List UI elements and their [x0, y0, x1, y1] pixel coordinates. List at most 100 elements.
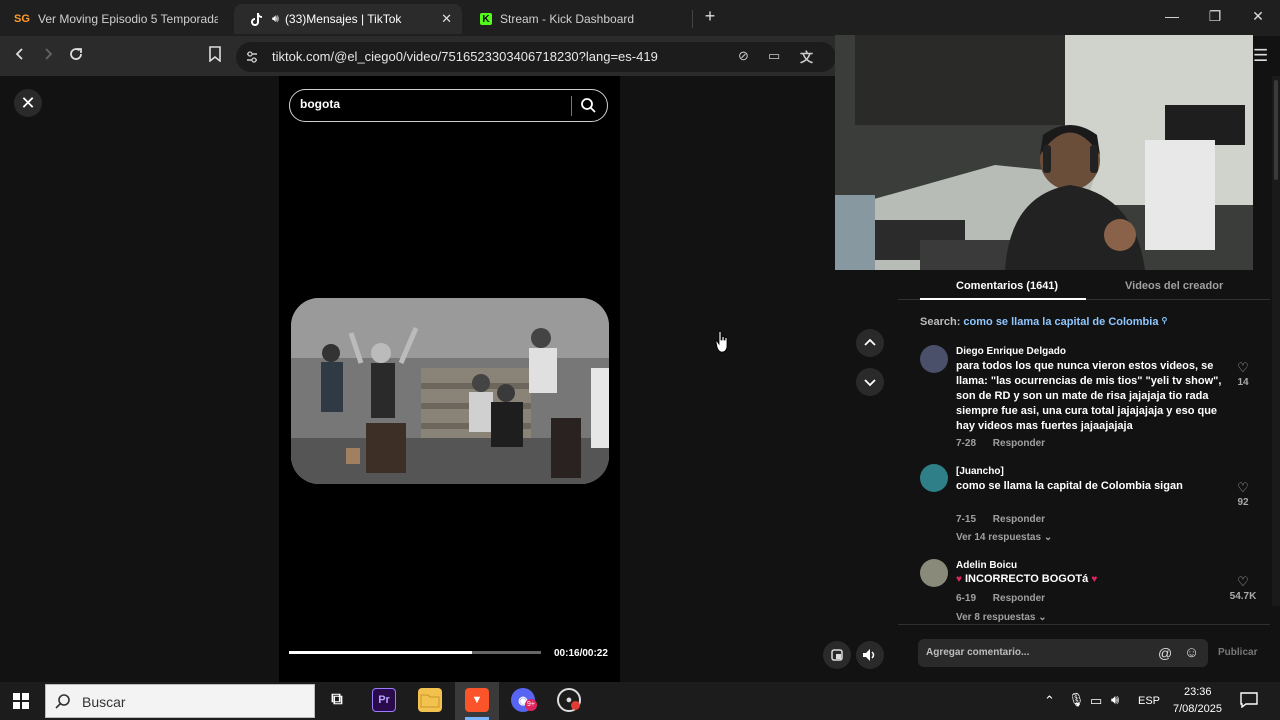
tab-title: (33)Mensajes | TikTok	[284, 12, 402, 26]
new-tab-icon[interactable]: +	[700, 6, 720, 27]
search-icon[interactable]	[580, 97, 596, 118]
close-video-button[interactable]: ✕	[14, 89, 42, 117]
comment-text: para todos los que nunca vieron estos vi…	[956, 360, 1222, 432]
next-video-button[interactable]	[856, 368, 884, 396]
mouse-cursor-icon	[715, 331, 729, 358]
taskbar-search-label: Buscar	[82, 694, 126, 710]
search-icon	[55, 693, 71, 714]
heart-icon[interactable]: ♡	[1228, 360, 1258, 376]
tab-title: Stream - Kick Dashboard	[500, 12, 635, 26]
bookmark-icon[interactable]	[205, 46, 225, 67]
comment-text-row: ♥ INCORRECTO BOGOTá ♥	[956, 572, 1226, 587]
active-tab-indicator	[920, 298, 1086, 300]
restore-icon[interactable]: ❐	[1205, 8, 1225, 25]
comment-meta: 7-15 Responder	[956, 514, 1059, 525]
comment-text: INCORRECTO BOGOTá	[965, 573, 1089, 585]
avatar[interactable]	[920, 464, 948, 492]
comment-date: 7-15	[956, 514, 977, 525]
avatar[interactable]	[920, 559, 948, 587]
clock-time[interactable]: 23:36	[1184, 686, 1212, 698]
comment-author[interactable]: Adelin Boicu	[956, 560, 1017, 571]
reply-link[interactable]: Responder	[993, 514, 1045, 525]
search-prefix: Search:	[920, 316, 961, 328]
broken-heart-icon: ♥	[956, 574, 962, 585]
window-close-icon[interactable]: ✕	[1248, 8, 1268, 25]
publish-button[interactable]: Publicar	[1218, 647, 1257, 658]
clock-date[interactable]: 7/08/2025	[1173, 703, 1222, 715]
file-explorer-icon[interactable]	[418, 688, 442, 712]
url-text: tiktok.com/@el_ciego0/video/751652330340…	[272, 49, 658, 64]
tab-title: Ver Moving Episodio 5 Temporada 1	[38, 12, 218, 26]
comment-placeholder: Agregar comentario...	[926, 647, 1030, 658]
tab-tiktok[interactable]: 🔊︎ (33)Mensajes | TikTok ✕	[234, 4, 462, 34]
brave-browser-icon[interactable]: ▼	[465, 688, 489, 712]
volume-button[interactable]	[856, 641, 884, 669]
scrollbar-thumb[interactable]	[1274, 80, 1278, 180]
site-settings-icon[interactable]	[245, 50, 259, 69]
view-replies-link[interactable]: Ver 14 respuestas ⌄	[956, 532, 1052, 543]
search-divider	[571, 96, 572, 116]
comment-meta: 7-28 Responder	[956, 438, 1059, 449]
browser-menu-icon[interactable]: ☰	[1253, 46, 1268, 66]
previous-video-button[interactable]	[856, 329, 884, 357]
like-count: 14	[1237, 377, 1249, 388]
mention-icon[interactable]: @	[1158, 645, 1172, 661]
progress-fill	[289, 651, 473, 654]
translate-icon[interactable]: 文	[800, 47, 813, 66]
reload-icon[interactable]	[66, 46, 86, 67]
webcam-overlay	[835, 35, 1253, 270]
comment-search-suggestion[interactable]: Search: como se llama la capital de Colo…	[920, 316, 1167, 328]
comment-text: como se llama la capital de Colombia sig…	[956, 480, 1183, 492]
tab-divider	[692, 10, 693, 28]
view-replies-link[interactable]: Ver 8 respuestas ⌄	[956, 612, 1047, 623]
floating-player-button[interactable]	[823, 641, 851, 669]
avatar[interactable]	[920, 345, 948, 373]
tiktok-favicon-icon	[248, 11, 264, 27]
notifications-icon[interactable]	[1240, 692, 1258, 713]
close-tab-icon[interactable]: ✕	[441, 11, 452, 27]
windows-start-icon[interactable]	[13, 693, 29, 714]
tab-kick[interactable]: K Stream - Kick Dashboard	[466, 4, 692, 34]
like-count: 92	[1237, 497, 1249, 508]
network-icon[interactable]: ▭	[1090, 693, 1102, 709]
heart-icon[interactable]: ♡	[1228, 480, 1258, 496]
minimize-icon[interactable]: —	[1162, 8, 1182, 24]
reply-link[interactable]: Responder	[993, 438, 1045, 449]
chevron-up-icon[interactable]: ⌃	[1044, 693, 1055, 709]
reply-link[interactable]: Responder	[993, 593, 1045, 604]
task-view-icon[interactable]: ⧉	[325, 688, 349, 712]
like-count: 54.7K	[1229, 591, 1257, 602]
video-frame-image	[291, 298, 609, 484]
chevron-down-icon: ⌄	[1038, 612, 1047, 623]
cast-icon[interactable]: ▭	[768, 48, 780, 64]
emoji-icon[interactable]: ☺	[1184, 644, 1199, 661]
search-mini-icon: ⚲	[1161, 316, 1168, 325]
tab-comments[interactable]: Comentarios (1641)	[956, 280, 1058, 292]
speaker-icon[interactable]: 🔊︎	[272, 13, 279, 26]
no-tracking-icon[interactable]: ⊘	[738, 48, 749, 64]
recording-dot-icon	[571, 701, 580, 710]
input-language[interactable]: ESP	[1138, 695, 1160, 707]
premiere-pro-icon[interactable]: Pr	[372, 688, 396, 712]
comment-date: 7-28	[956, 438, 977, 449]
forward-icon[interactable]	[38, 46, 58, 66]
search-query-text: bogota	[300, 97, 340, 111]
composer-divider	[898, 624, 1270, 625]
volume-tray-icon[interactable]: 🔊︎	[1111, 692, 1119, 708]
tab-creator-videos[interactable]: Videos del creador	[1125, 280, 1223, 292]
broken-heart-icon: ♥	[1091, 574, 1098, 585]
comment-author[interactable]: Diego Enrique Delgado	[956, 346, 1066, 357]
comment-author[interactable]: [Juancho]	[956, 466, 1004, 477]
microphone-icon[interactable]: 🎙︎	[1068, 692, 1085, 708]
view-replies-label: Ver 14 respuestas	[956, 532, 1042, 543]
sg-favicon-icon: SG	[14, 13, 30, 25]
notification-badge: 9+	[525, 699, 537, 711]
heart-icon[interactable]: ♡	[1228, 574, 1258, 590]
kick-favicon-icon: K	[480, 13, 492, 25]
search-suggestion-link[interactable]: como se llama la capital de Colombia	[963, 316, 1158, 328]
chevron-down-icon: ⌄	[1043, 532, 1053, 543]
view-replies-label: Ver 8 respuestas	[956, 612, 1036, 623]
back-icon[interactable]	[10, 46, 30, 66]
video-time: 00:16/00:22	[554, 648, 608, 659]
tab-moving[interactable]: SG Ver Moving Episodio 5 Temporada 1	[0, 4, 228, 34]
